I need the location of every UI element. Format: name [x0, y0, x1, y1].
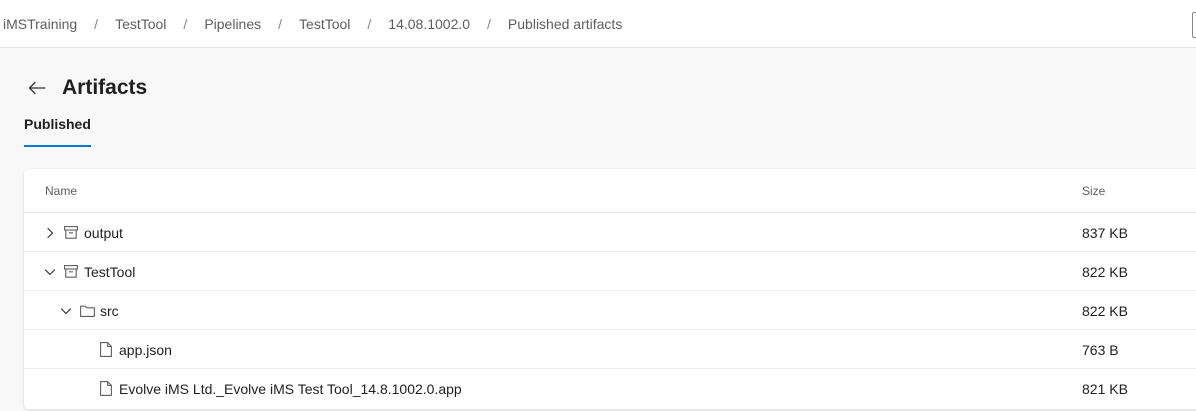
breadcrumb-separator: /: [183, 15, 188, 32]
chevron-down-icon[interactable]: [42, 264, 58, 280]
folder-icon: [79, 303, 95, 319]
file-icon: [98, 381, 114, 397]
header-action-button[interactable]: [1192, 12, 1196, 38]
row-size: 763 B: [1082, 341, 1119, 358]
breadcrumb-separator: /: [278, 15, 283, 32]
row-name: src: [100, 302, 119, 319]
chevron-down-icon[interactable]: [58, 303, 74, 319]
breadcrumb-item-pipelines[interactable]: Pipelines: [204, 16, 261, 32]
chevron-right-icon[interactable]: [42, 225, 58, 241]
breadcrumb-separator: /: [487, 15, 491, 32]
page-header: Artifacts: [24, 72, 147, 104]
artifacts-table: Name Size output 837 KB TestTool 822 KB: [24, 169, 1196, 409]
table-row[interactable]: src 822 KB: [24, 291, 1196, 330]
arrow-left-icon[interactable]: [24, 75, 50, 101]
breadcrumb: iMSTraining / TestTool / Pipelines / Tes…: [0, 0, 1196, 48]
breadcrumb-item-current[interactable]: Published artifacts: [508, 16, 622, 32]
breadcrumb-separator: /: [367, 15, 372, 32]
tab-bar: Published: [24, 116, 91, 147]
row-name: output: [84, 224, 123, 241]
row-name: app.json: [119, 341, 172, 358]
breadcrumb-separator: /: [94, 15, 99, 32]
table-row[interactable]: TestTool 822 KB: [24, 252, 1196, 291]
file-icon: [98, 342, 114, 358]
breadcrumb-item-run[interactable]: 14.08.1002.0: [388, 16, 470, 32]
row-size: 822 KB: [1082, 302, 1128, 319]
table-row[interactable]: output 837 KB: [24, 213, 1196, 252]
artifact-box-icon: [63, 225, 79, 241]
row-size: 821 KB: [1082, 380, 1128, 397]
row-name: TestTool: [84, 263, 136, 280]
table-row[interactable]: Evolve iMS Ltd._Evolve iMS Test Tool_14.…: [24, 369, 1196, 408]
row-name: Evolve iMS Ltd._Evolve iMS Test Tool_14.…: [119, 380, 462, 397]
row-size: 837 KB: [1082, 224, 1128, 241]
breadcrumb-item-organization[interactable]: iMSTraining: [3, 16, 77, 32]
column-header-name[interactable]: Name: [45, 184, 77, 198]
breadcrumb-item-pipeline[interactable]: TestTool: [299, 16, 350, 32]
table-row[interactable]: app.json 763 B: [24, 330, 1196, 369]
artifact-box-icon: [63, 264, 79, 280]
table-header: Name Size: [24, 169, 1196, 213]
breadcrumb-item-project[interactable]: TestTool: [115, 16, 166, 32]
tab-published[interactable]: Published: [24, 116, 91, 147]
page-title: Artifacts: [62, 76, 148, 99]
column-header-size[interactable]: Size: [1082, 184, 1105, 198]
row-size: 822 KB: [1082, 263, 1128, 280]
